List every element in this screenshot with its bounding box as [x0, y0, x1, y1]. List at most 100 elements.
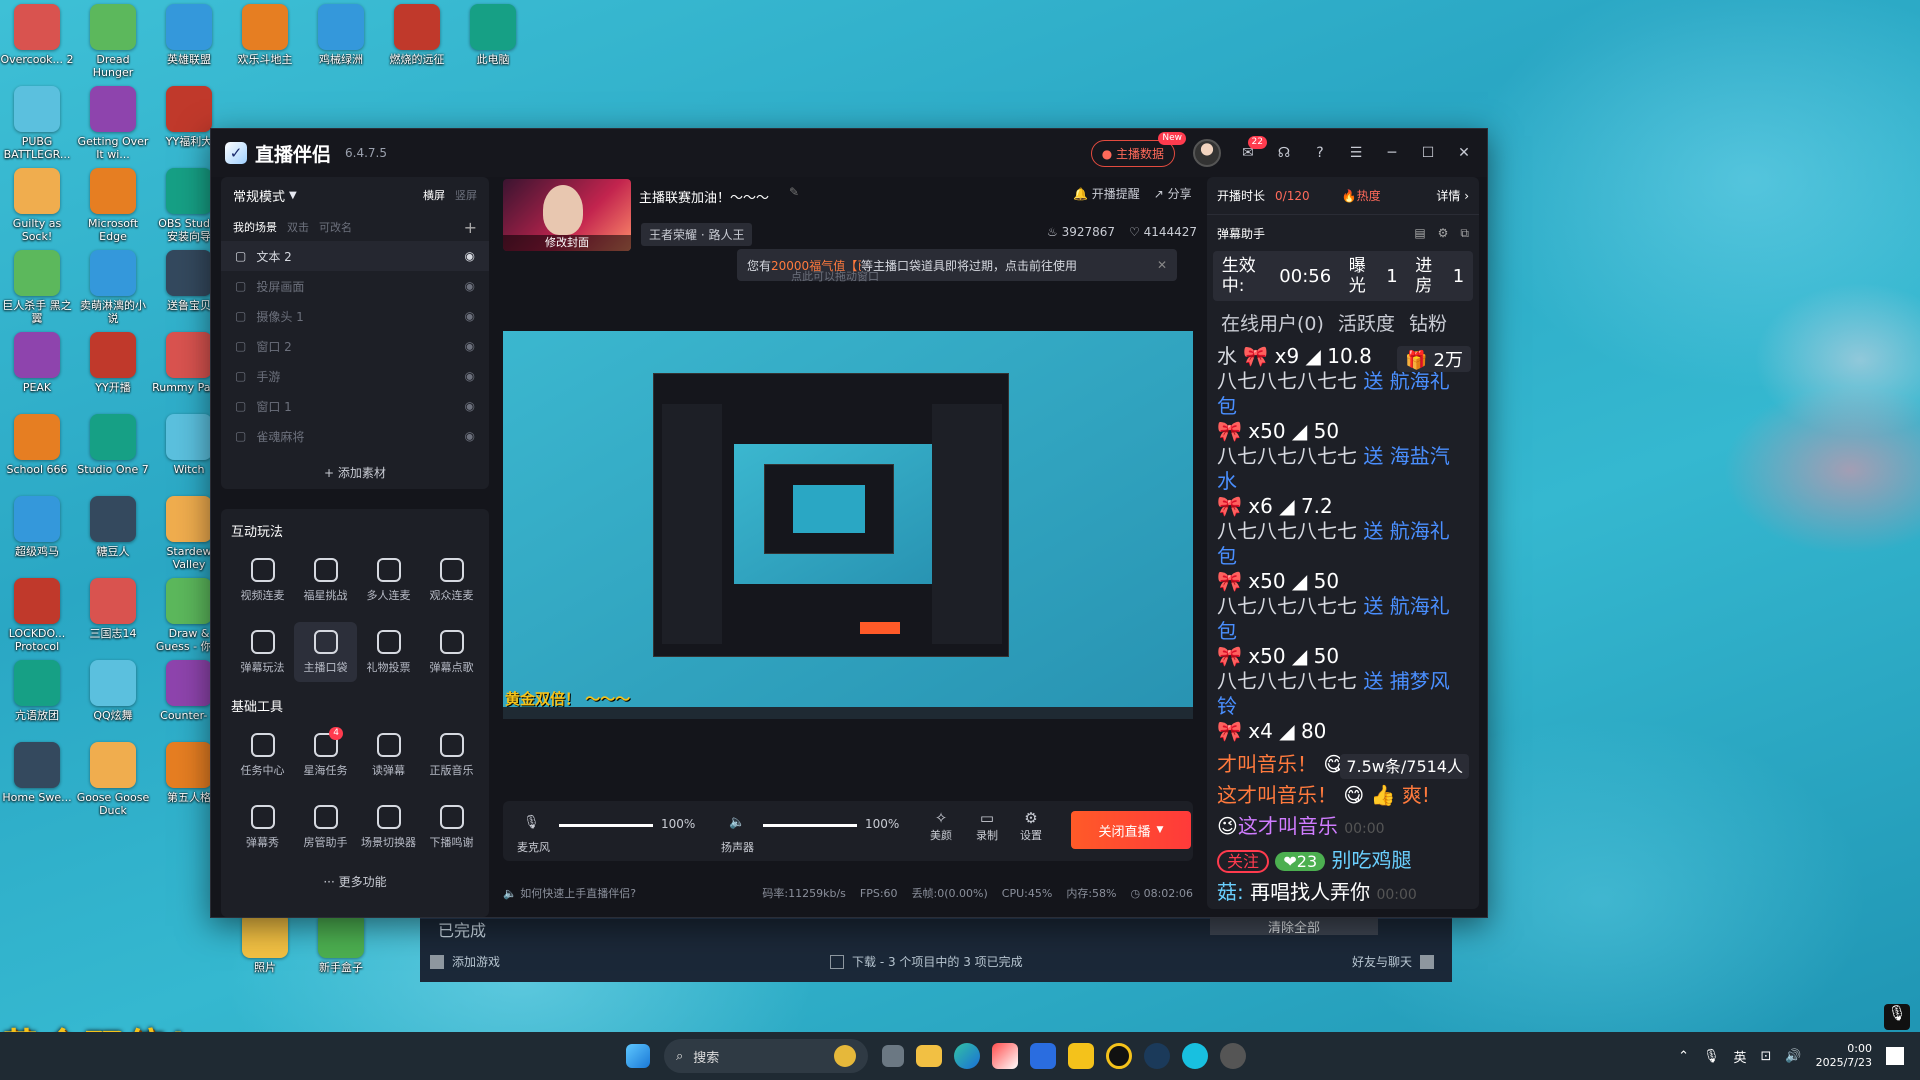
scene-item[interactable]: ▢ 投屏画面 ◉ — [221, 271, 489, 301]
add-scene-icon[interactable]: + — [464, 218, 477, 237]
yy-live-taskbar-icon[interactable] — [1106, 1043, 1132, 1069]
settings-button[interactable]: ⚙ 设置 — [1013, 809, 1049, 843]
tool-item[interactable]: 视频连麦 — [231, 550, 294, 610]
desktop-icon[interactable]: 此电脑 — [456, 4, 530, 66]
stream-title[interactable]: 主播联赛加油！～～～ — [639, 187, 769, 206]
desktop-icon[interactable]: Studio One 7 — [76, 414, 150, 476]
menu-icon[interactable]: ☰ — [1347, 144, 1365, 162]
landscape-toggle[interactable]: 横屏 — [423, 187, 445, 203]
maximize-icon[interactable]: ☐ — [1419, 144, 1437, 162]
eye-icon[interactable]: ◉ — [465, 279, 475, 293]
portrait-toggle[interactable]: 竖屏 — [455, 187, 477, 203]
speaker-icon[interactable]: 🔈 — [729, 815, 745, 830]
tool-item[interactable]: 观众连麦 — [420, 550, 483, 610]
start-icon[interactable] — [626, 1044, 650, 1068]
more-features-button[interactable]: ··· 更多功能 — [231, 873, 479, 890]
assistant-tab[interactable]: 钻粉 — [1409, 309, 1447, 336]
close-icon[interactable]: ✕ — [1455, 144, 1473, 162]
minimize-icon[interactable]: ─ — [1383, 144, 1401, 162]
tab-my-scenes[interactable]: 我的场景 — [233, 219, 277, 235]
help-icon[interactable]: ? — [1311, 144, 1329, 162]
detail-link[interactable]: 详情 › — [1436, 187, 1469, 204]
eye-icon[interactable]: ◉ — [465, 249, 475, 263]
scene-item[interactable]: ▢ 手游 ◉ — [221, 361, 489, 391]
desktop-icon[interactable]: 鸡械绿洲 — [304, 4, 378, 66]
desktop-icon[interactable]: 照片 — [228, 912, 302, 974]
network-icon[interactable]: ⊡ — [1761, 1049, 1772, 1064]
desktop-icon[interactable]: 三国志14 — [76, 578, 150, 640]
task-view-icon[interactable] — [882, 1045, 904, 1067]
headset-icon[interactable]: ☊ — [1275, 144, 1293, 162]
notification-icon[interactable] — [1886, 1047, 1904, 1065]
tool-item[interactable]: 弹幕秀 — [231, 797, 294, 857]
tool-item[interactable]: 弹幕点歌 — [420, 622, 483, 682]
desktop-icon[interactable]: Microsoft Edge — [76, 168, 150, 243]
live-companion-taskbar-icon[interactable] — [992, 1043, 1018, 1069]
desktop-icon[interactable]: PEAK — [0, 332, 74, 394]
desktop-icon[interactable]: 巨人杀手 黑之翼 — [0, 250, 74, 325]
tool-item[interactable]: 福星挑战 — [294, 550, 357, 610]
desktop-icon[interactable]: 新手盒子 — [304, 912, 378, 974]
scene-item[interactable]: ▢ 窗口 2 ◉ — [221, 331, 489, 361]
tool-item[interactable]: 主播口袋 — [294, 622, 357, 682]
steam-add-game-button[interactable]: 添加游戏 — [430, 953, 500, 970]
desktop-icon[interactable]: Overcook... 2 — [0, 4, 74, 66]
close-live-button[interactable]: 关闭直播 ▼ — [1071, 811, 1191, 849]
chevron-up-icon[interactable]: ⌃ — [1678, 1049, 1689, 1064]
assistant-tab[interactable]: 在线用户(0) — [1221, 309, 1324, 336]
clock[interactable]: 0:00 2025/7/23 — [1816, 1042, 1872, 1070]
eye-icon[interactable]: ◉ — [465, 429, 475, 443]
scene-item[interactable]: ▢ 摄像头 1 ◉ — [221, 301, 489, 331]
tool-item[interactable]: 读弹幕 — [357, 725, 420, 785]
eye-icon[interactable]: ◉ — [465, 309, 475, 323]
expiry-toast[interactable]: 您有 20000福气值【已过期】 等主播口袋道具即将过期，点击前往使用 ✕ 点此… — [737, 249, 1177, 283]
toast-close-icon[interactable]: ✕ — [1157, 258, 1167, 272]
taskbar-search[interactable]: ⌕ 搜索 — [664, 1039, 868, 1073]
tool-item[interactable]: 场景切换器 — [357, 797, 420, 857]
file-explorer-icon[interactable] — [916, 1045, 942, 1067]
tool-item[interactable]: 礼物投票 — [357, 622, 420, 682]
desktop-icon[interactable]: QQ炫舞 — [76, 660, 150, 722]
stream-remind-button[interactable]: 🔔 开播提醒 — [1073, 185, 1140, 202]
desktop-icon[interactable]: Guilty as Sock! — [0, 168, 74, 243]
scene-item[interactable]: ▢ 窗口 1 ◉ — [221, 391, 489, 421]
desktop-icon[interactable]: Goose Goose Duck — [76, 742, 150, 817]
desktop-icon[interactable]: 卖萌淋漓的小说 — [76, 250, 150, 325]
stream-cover[interactable]: 修改封面 — [503, 179, 631, 251]
popout-icon[interactable]: ⧉ — [1460, 226, 1469, 241]
desktop-icon[interactable]: Getting Over It wi... — [76, 86, 150, 161]
add-material-button[interactable]: + 添加素材 — [221, 464, 489, 481]
desktop-icon[interactable]: 欢乐斗地主 — [228, 4, 302, 66]
tool-item[interactable]: 4 星海任务 — [294, 725, 357, 785]
stream-preview[interactable]: 黄金双倍！ ～～～ — [503, 331, 1193, 719]
steam-download-status[interactable]: 下载 - 3 个项目中的 3 项已完成 — [830, 953, 1023, 970]
mic-icon[interactable]: 🎙 — [523, 815, 540, 830]
yy-taskbar-icon[interactable] — [1068, 1043, 1094, 1069]
speaker-slider[interactable] — [763, 824, 857, 827]
edit-title-icon[interactable]: ✎ — [789, 185, 799, 199]
settings-icon[interactable]: ⚙ — [1438, 226, 1449, 240]
mic-floating-icon[interactable]: 🎙 — [1884, 1004, 1910, 1030]
host-data-button[interactable]: ● 主播数据 New — [1090, 131, 1186, 167]
tool-item[interactable]: 多人连麦 — [357, 550, 420, 610]
note-icon[interactable]: ▤ — [1414, 226, 1425, 240]
microphone-tray-icon[interactable]: 🎙 — [1703, 1049, 1720, 1064]
steam-friends-button[interactable]: 好友与聊天 — [1352, 953, 1434, 970]
message-icon[interactable]: ✉ 22 — [1239, 136, 1267, 162]
steam-clear-all-button[interactable]: 清除全部 — [1210, 917, 1378, 936]
desktop-icon[interactable]: School 666 — [0, 414, 74, 476]
eye-icon[interactable]: ◉ — [465, 399, 475, 413]
edge-icon[interactable] — [954, 1043, 980, 1069]
tool-item[interactable]: 正版音乐 — [420, 725, 483, 785]
desktop-icon[interactable]: 糖豆人 — [76, 496, 150, 558]
eye-icon[interactable]: ◉ — [465, 339, 475, 353]
steam-icon[interactable] — [1144, 1043, 1170, 1069]
desktop-icon[interactable]: Dread Hunger — [76, 4, 150, 79]
avatar[interactable] — [1193, 139, 1221, 167]
mic-slider[interactable] — [559, 824, 653, 827]
app-taskbar-icon[interactable] — [1182, 1043, 1208, 1069]
eye-icon[interactable]: ◉ — [465, 369, 475, 383]
record-button[interactable]: ▭ 录制 — [969, 809, 1005, 843]
studio-taskbar-icon[interactable] — [1030, 1043, 1056, 1069]
follow-tag[interactable]: 关注 — [1217, 850, 1270, 873]
